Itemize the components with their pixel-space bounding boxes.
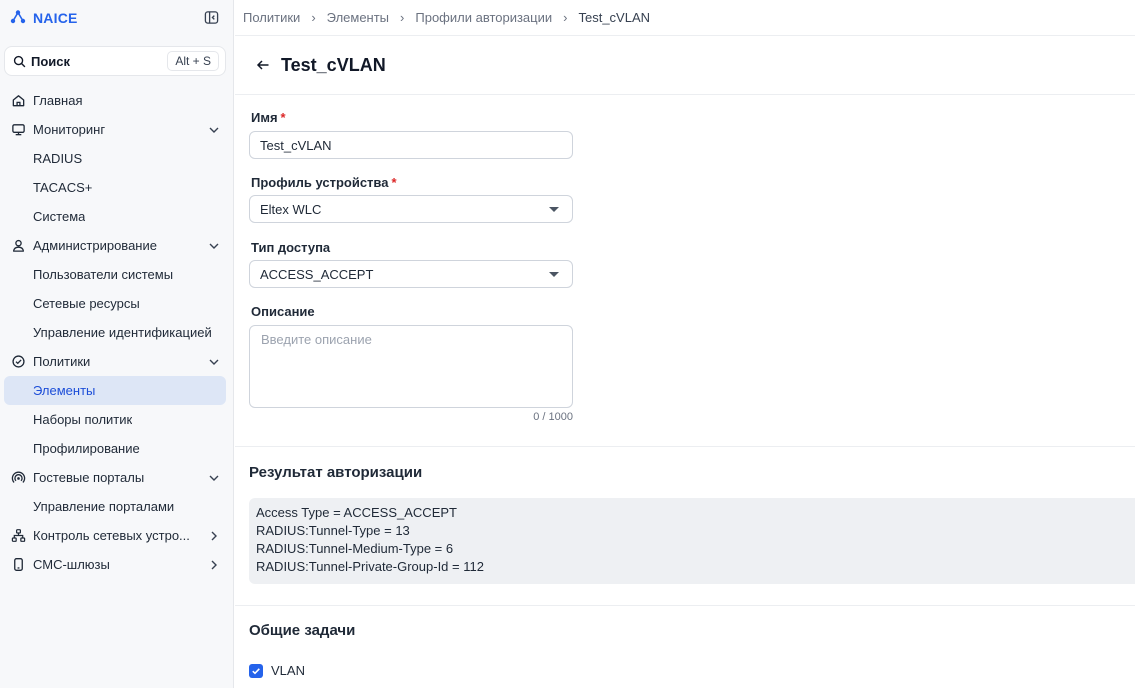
- home-icon: [11, 93, 26, 108]
- chevron-right-icon: [208, 530, 220, 542]
- search-button[interactable]: Поиск Alt + S: [4, 46, 226, 76]
- page-title: Test_cVLAN: [281, 54, 386, 75]
- sidebar-item-label: Главная: [33, 93, 83, 108]
- chevron-right-icon: ›: [563, 10, 568, 25]
- required-mark: *: [280, 110, 286, 125]
- sidebar-item-label: Гостевые порталы: [33, 470, 145, 485]
- user-icon: [11, 238, 26, 253]
- chevron-right-icon: ›: [400, 10, 405, 25]
- chevron-down-icon: [208, 124, 220, 136]
- breadcrumb: Политики › Элементы › Профили авторизаци…: [235, 0, 1135, 36]
- sidebar-item-policies[interactable]: Политики: [4, 347, 226, 376]
- chevron-right-icon: [208, 559, 220, 571]
- app-name: NAICE: [33, 10, 78, 26]
- sidebar-item-home[interactable]: Главная: [4, 86, 226, 115]
- sidebar-item-label: Контроль сетевых устро...: [33, 528, 190, 543]
- sidebar-item-tacacs[interactable]: TACACS+: [4, 173, 226, 202]
- back-arrow-icon[interactable]: [255, 57, 271, 73]
- sidebar-item-label: Управление порталами: [33, 499, 175, 514]
- name-label: Имя *: [251, 110, 286, 125]
- breadcrumb-authorization-profiles[interactable]: Профили авторизации: [415, 10, 552, 25]
- checkmark-icon: [252, 667, 260, 674]
- device-profile-label: Профиль устройства *: [251, 175, 397, 190]
- access-type-label: Тип доступа: [251, 240, 331, 255]
- result-line: Access Type = ACCESS_ACCEPT: [256, 505, 457, 520]
- name-field-value: Test_cVLAN: [260, 137, 332, 153]
- sidebar-item-portal-management[interactable]: Управление порталами: [4, 492, 226, 521]
- result-line: RADIUS:Tunnel-Type = 13: [256, 523, 410, 538]
- network-icon: [11, 528, 26, 543]
- dropdown-caret-icon: [549, 206, 559, 212]
- sidebar-item-system-users[interactable]: Пользователи системы: [4, 260, 226, 289]
- sidebar-item-system[interactable]: Система: [4, 202, 226, 231]
- sidebar-nav: Главная Мониторинг RADIUS TACACS+ Систем…: [4, 86, 226, 579]
- sidebar-item-label: СМС-шлюзы: [33, 557, 110, 572]
- sidebar-item-identity-management[interactable]: Управление идентификацией: [4, 318, 226, 347]
- description-textarea[interactable]: Введите описание: [249, 325, 573, 408]
- sidebar-item-network-device-control[interactable]: Контроль сетевых устро...: [4, 521, 226, 550]
- sidebar-item-label: Мониторинг: [33, 122, 106, 137]
- sidebar-item-network-resources[interactable]: Сетевые ресурсы: [4, 289, 226, 318]
- access-type-select[interactable]: ACCESS_ACCEPT: [249, 260, 573, 288]
- chevron-down-icon: [208, 356, 220, 368]
- shield-check-icon: [11, 354, 26, 369]
- sidebar-item-policy-sets[interactable]: Наборы политик: [4, 405, 226, 434]
- required-mark: *: [391, 175, 397, 190]
- device-profile-value: Eltex WLC: [260, 201, 322, 217]
- sidebar-item-label: Администрирование: [33, 238, 157, 253]
- breadcrumb-policies[interactable]: Политики: [243, 10, 300, 25]
- sidebar-item-monitoring[interactable]: Мониторинг: [4, 115, 226, 144]
- page-header: Test_cVLAN: [235, 36, 1135, 95]
- sidebar-item-label: Сетевые ресурсы: [33, 296, 140, 311]
- search-shortcut-badge: Alt + S: [167, 51, 219, 71]
- device-profile-select[interactable]: Eltex WLC: [249, 195, 573, 223]
- description-char-counter: 0 / 1000: [533, 411, 573, 423]
- vlan-checkbox-row[interactable]: VLAN: [249, 663, 305, 678]
- sidebar-item-guest-portals[interactable]: Гостевые порталы: [4, 463, 226, 492]
- vlan-checkbox-label: VLAN: [271, 663, 305, 678]
- search-icon: [13, 55, 26, 68]
- chevron-down-icon: [208, 240, 220, 252]
- sidebar-item-radius[interactable]: RADIUS: [4, 144, 226, 173]
- access-type-value: ACCESS_ACCEPT: [260, 266, 374, 282]
- sidebar-item-label: Политики: [33, 354, 91, 369]
- name-field[interactable]: Test_cVLAN: [249, 131, 573, 159]
- name-label-text: Имя: [251, 110, 278, 125]
- authorization-result-box: Access Type = ACCESS_ACCEPT RADIUS:Tunne…: [249, 498, 1135, 584]
- sidebar-item-profiling[interactable]: Профилирование: [4, 434, 226, 463]
- sidebar-item-label: Система: [33, 209, 86, 224]
- search-label: Поиск: [31, 53, 71, 69]
- sidebar-item-label: RADIUS: [33, 151, 83, 166]
- sidebar-item-elements[interactable]: Элементы: [4, 376, 226, 405]
- chevron-right-icon: ›: [311, 10, 316, 25]
- sidebar: NAICE Поиск Alt + S Главная Мониторинг R…: [0, 0, 234, 688]
- sidebar-item-label: Профилирование: [33, 441, 140, 456]
- result-line: RADIUS:Tunnel-Medium-Type = 6: [256, 541, 454, 556]
- phone-icon: [11, 557, 26, 572]
- vlan-checkbox[interactable]: [249, 663, 263, 678]
- common-tasks-section: Общие задачи: [235, 606, 1135, 688]
- dropdown-caret-icon: [549, 271, 559, 277]
- authorization-result-title: Результат авторизации: [249, 464, 423, 481]
- device-profile-label-text: Профиль устройства: [251, 175, 389, 190]
- sidebar-item-label: TACACS+: [33, 180, 93, 195]
- sidebar-item-label: Управление идентификацией: [33, 325, 212, 340]
- breadcrumb-current: Test_cVLAN: [578, 10, 651, 25]
- sidebar-item-sms-gateways[interactable]: СМС-шлюзы: [4, 550, 226, 579]
- sidebar-item-label: Пользователи системы: [33, 267, 174, 282]
- sidebar-item-label: Наборы политик: [33, 412, 133, 427]
- sidebar-collapse-icon[interactable]: [204, 10, 219, 25]
- wireless-icon: [11, 470, 26, 485]
- monitor-icon: [11, 122, 26, 137]
- naice-logo-icon: [10, 9, 26, 28]
- common-tasks-title: Общие задачи: [249, 622, 356, 639]
- sidebar-item-administration[interactable]: Администрирование: [4, 231, 226, 260]
- brand[interactable]: NAICE: [10, 9, 78, 27]
- breadcrumb-elements[interactable]: Элементы: [327, 10, 389, 25]
- sidebar-item-label: Элементы: [33, 383, 96, 398]
- chevron-down-icon: [208, 472, 220, 484]
- description-label: Описание: [251, 304, 315, 319]
- result-line: RADIUS:Tunnel-Private-Group-Id = 112: [256, 559, 484, 574]
- description-placeholder: Введите описание: [261, 332, 372, 347]
